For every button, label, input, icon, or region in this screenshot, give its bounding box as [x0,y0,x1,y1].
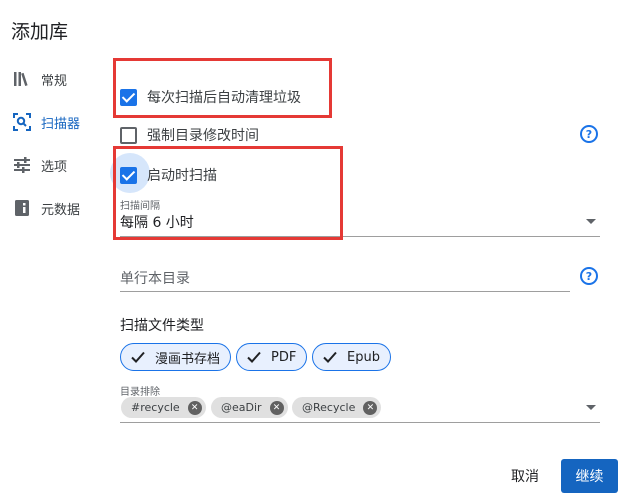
chevron-down-icon[interactable] [586,405,596,410]
remove-icon[interactable]: ✕ [363,400,378,415]
force-modtime-label: 强制目录修改时间 [147,128,259,144]
sidebar-item-label: 元数据 [41,202,81,218]
sidebar-item-metadata[interactable]: 元数据 [12,196,80,220]
exclusion-tag: #recycle ✕ [121,397,206,418]
sidebar-item-general[interactable]: 常规 [12,67,67,91]
exclusions-underline [120,422,600,423]
sidebar-item-options[interactable]: 选项 [12,153,67,177]
file-types-title: 扫描文件类型 [120,318,204,334]
highlight-box [113,58,332,118]
tune-sliders-icon [12,155,32,175]
chip-pdf[interactable]: PDF [236,343,308,371]
check-icon [131,351,145,363]
remove-icon[interactable]: ✕ [187,400,202,415]
exclusion-tag: @Recycle ✕ [292,397,382,418]
library-books-icon [12,69,32,89]
force-modtime-checkbox-row[interactable]: 强制目录修改时间 [120,123,259,147]
sidebar-item-label: 常规 [41,73,68,89]
exclusions-label: 目录排除 [120,387,160,398]
scan-search-icon [12,112,32,132]
book-info-icon [12,198,32,218]
chevron-down-icon[interactable] [586,219,596,224]
force-modtime-checkbox[interactable] [120,126,137,144]
exclusion-tag: @eaDir ✕ [211,397,288,418]
check-icon [323,351,337,363]
highlight-box [113,146,343,240]
oneshot-underline [120,291,570,292]
check-icon [247,351,261,363]
cancel-button[interactable]: 取消 [500,459,550,493]
help-icon[interactable]: ? [580,125,598,143]
sidebar-item-scanner[interactable]: 扫描器 [12,110,80,134]
chip-epub[interactable]: Epub [312,343,391,371]
help-icon[interactable]: ? [580,267,598,285]
remove-icon[interactable]: ✕ [269,400,284,415]
continue-button[interactable]: 继续 [561,459,618,493]
chip-comic-archive[interactable]: 漫画书存档 [120,343,232,371]
dialog-title: 添加库 [11,21,69,43]
sidebar-item-label: 扫描器 [41,116,81,132]
sidebar-item-label: 选项 [41,159,68,175]
oneshot-directories-input[interactable]: 单行本目录 [120,268,190,288]
